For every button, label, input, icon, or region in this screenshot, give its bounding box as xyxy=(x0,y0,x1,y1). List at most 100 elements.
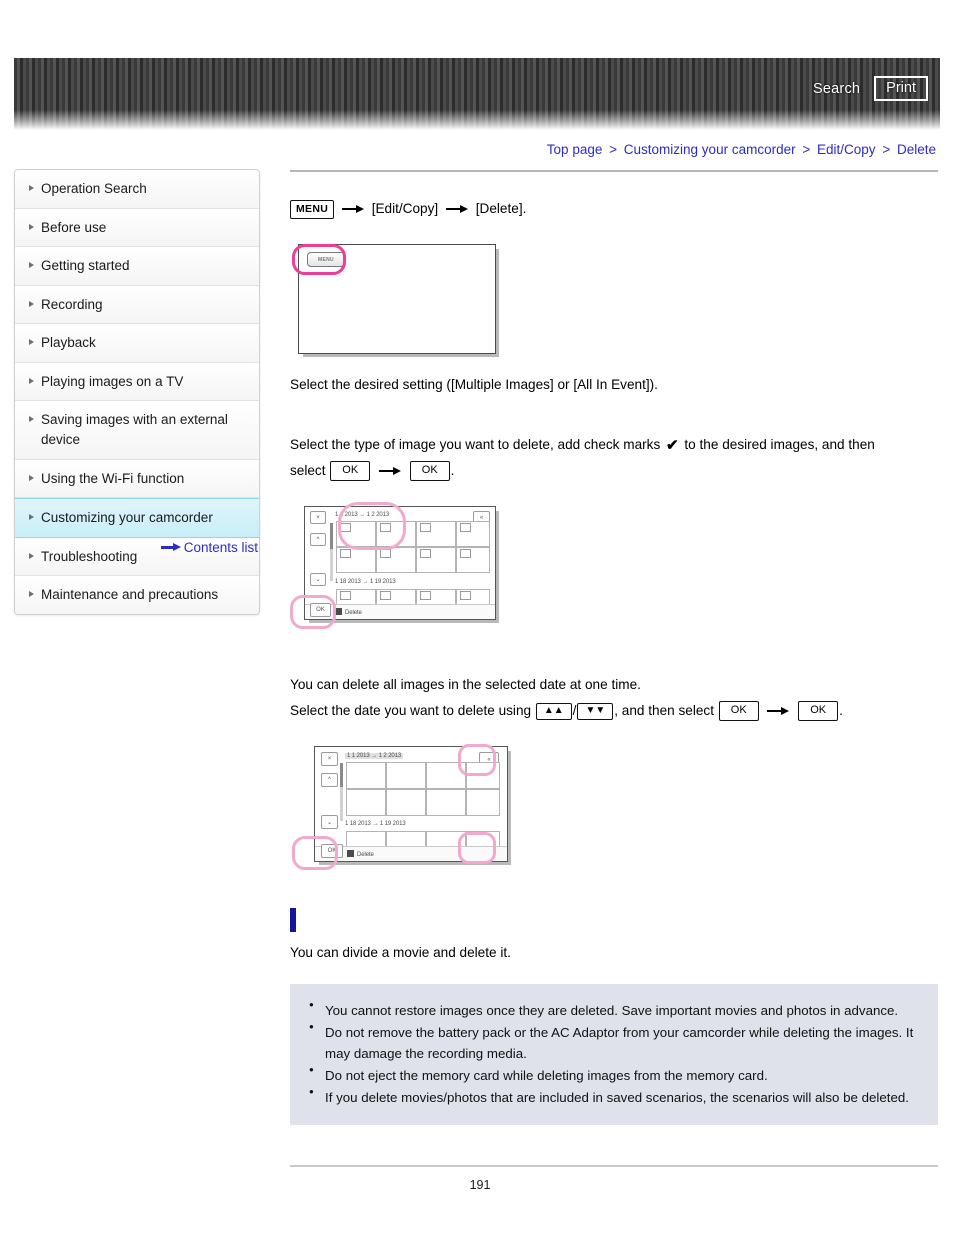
divide-movie-text: You can divide a movie and delete it. xyxy=(290,945,511,961)
lcd-scroll-down-button[interactable]: ⌄ xyxy=(321,815,338,830)
lcd-checkbox[interactable] xyxy=(340,591,351,601)
breadcrumb-separator: > xyxy=(882,142,891,157)
sidebar-item-maintenance-and-precautions[interactable]: Maintenance and precautions xyxy=(15,576,259,614)
lcd-close-button[interactable]: × xyxy=(310,511,326,525)
note-item: If you delete movies/photos that are inc… xyxy=(308,1086,920,1108)
note-item: Do not remove the battery pack or the AC… xyxy=(308,1021,920,1064)
sidebar-item-saving-images-external-device[interactable]: Saving images with an external device xyxy=(15,401,259,460)
breadcrumb-item-delete[interactable]: Delete xyxy=(897,142,936,157)
step-3-text-c: select xyxy=(290,463,326,479)
sidebar-item-getting-started[interactable]: Getting started xyxy=(15,247,259,286)
lcd-checkbox[interactable] xyxy=(420,523,431,533)
chevron-right-icon xyxy=(29,339,34,346)
lcd-checkbox[interactable] xyxy=(460,591,471,601)
breadcrumb-separator: > xyxy=(609,142,618,157)
print-button[interactable]: Print xyxy=(874,76,928,101)
lcd-thumbnail[interactable] xyxy=(346,831,386,848)
breadcrumb-item-edit-copy[interactable]: Edit/Copy xyxy=(817,142,876,157)
sidebar-item-label: Customizing your camcorder xyxy=(41,510,213,526)
lcd-menu-button[interactable]: MENU xyxy=(307,252,345,268)
note-item: You cannot restore images once they are … xyxy=(308,999,920,1021)
lcd-thumbnail[interactable] xyxy=(386,762,426,790)
sidebar-item-label: Operation Search xyxy=(41,181,147,196)
lcd-thumbnail[interactable] xyxy=(466,789,500,817)
sidebar-item-label: Getting started xyxy=(41,258,130,274)
ok-button-glyph-4[interactable]: OK xyxy=(798,701,839,722)
lcd-scrollbar-thumb[interactable] xyxy=(330,523,333,550)
menu-button-glyph[interactable]: MENU xyxy=(290,199,335,220)
search-link[interactable]: Search xyxy=(813,81,860,97)
sidebar-item-using-the-wifi-function[interactable]: Using the Wi-Fi function xyxy=(15,459,259,499)
lcd-date-range-top: 1 1 2013 → 1 2 2013 xyxy=(335,512,390,519)
contents-list-link[interactable]: Contents list xyxy=(160,540,258,555)
ok-button-glyph-1[interactable]: OK xyxy=(330,461,371,482)
notes-list: You cannot restore images once they are … xyxy=(308,999,920,1108)
lcd-date-range-bottom[interactable]: 1 18 2013 → 1 19 2013 xyxy=(345,821,406,827)
lcd-checkbox[interactable] xyxy=(460,549,471,559)
lcd-thumbnail[interactable] xyxy=(426,831,466,848)
lcd-thumbnail[interactable] xyxy=(386,831,426,848)
step-4-text-b: , and then select xyxy=(614,703,714,719)
sidebar-item-recording[interactable]: Recording xyxy=(15,285,259,325)
step-3-text-b: to the desired images, and then xyxy=(684,437,875,453)
lcd-checkbox-checked[interactable] xyxy=(340,523,351,533)
footer-divider xyxy=(290,1165,938,1167)
lcd-delete-label: Delete xyxy=(345,610,362,617)
lcd-ok-button[interactable]: OK xyxy=(310,603,331,618)
sidebar-item-before-use[interactable]: Before use xyxy=(15,208,259,248)
lcd-illustration-1: MENU xyxy=(290,244,938,355)
breadcrumb: Top page > Customizing your camcorder > … xyxy=(547,142,936,157)
lcd-screen-date-grid: × ^ ⌄ « » 1 1 2013 → 1 2 2013 1 18 2013 … xyxy=(314,746,508,863)
step-2-instruction: Select the desired setting ([Multiple Im… xyxy=(290,377,658,393)
lcd-thumbnail[interactable] xyxy=(466,831,500,848)
step-4-period: . xyxy=(839,703,843,719)
step-4-separator: / xyxy=(572,703,577,719)
lcd-thumbnail[interactable] xyxy=(346,789,386,817)
sidebar-item-customizing-your-camcorder[interactable]: Customizing your camcorder xyxy=(15,498,259,538)
sidebar-item-playing-images-on-a-tv[interactable]: Playing images on a TV xyxy=(15,362,259,402)
lcd-scrollbar-thumb[interactable] xyxy=(340,763,343,788)
lcd-thumbnail[interactable] xyxy=(346,762,386,790)
breadcrumb-item-customizing[interactable]: Customizing your camcorder xyxy=(624,142,796,157)
lcd-checkbox[interactable] xyxy=(380,591,391,601)
ok-button-glyph-3[interactable]: OK xyxy=(718,701,759,722)
lcd-thumbnail[interactable] xyxy=(466,762,500,790)
lcd-scroll-up-button[interactable]: ^ xyxy=(321,773,338,788)
jump-down-button-glyph[interactable]: ▼▼ xyxy=(577,702,614,720)
breadcrumb-item-top-page[interactable]: Top page xyxy=(547,142,603,157)
site-header-banner: Search Print xyxy=(14,58,940,130)
arrow-right-icon xyxy=(341,204,364,214)
lcd-checkbox[interactable] xyxy=(380,523,391,533)
lcd-checkbox[interactable] xyxy=(340,549,351,559)
sidebar-item-operation-search[interactable]: Operation Search xyxy=(15,170,259,209)
sidebar-item-playback[interactable]: Playback xyxy=(15,324,259,363)
step-1-target-edit-copy: [Edit/Copy] xyxy=(371,201,439,216)
content-top-divider xyxy=(290,170,938,172)
chevron-right-icon xyxy=(29,185,34,191)
lcd-ok-button[interactable]: OK xyxy=(321,844,343,859)
chevron-right-icon xyxy=(29,262,34,269)
sidebar-item-label: Maintenance and precautions xyxy=(41,587,219,603)
trash-icon xyxy=(335,608,342,616)
jump-up-button-glyph[interactable]: ▲▲ xyxy=(535,702,572,720)
step-3-instruction-line2: select OK OK. xyxy=(290,460,938,482)
lcd-checkbox[interactable] xyxy=(460,523,471,533)
lcd-date-range-top[interactable]: 1 1 2013 → 1 2 2013 xyxy=(345,753,404,760)
lcd-scroll-up-button[interactable]: ^ xyxy=(310,533,326,547)
ok-button-glyph-2[interactable]: OK xyxy=(409,461,450,482)
lcd-close-button[interactable]: × xyxy=(321,752,338,767)
lcd-thumbnail[interactable] xyxy=(426,762,466,790)
lcd-thumbnail[interactable] xyxy=(386,789,426,817)
sidebar-item-label: Using the Wi-Fi function xyxy=(41,470,185,486)
chevron-right-icon xyxy=(29,300,34,307)
chevron-right-icon xyxy=(29,416,34,423)
lcd-checkbox[interactable] xyxy=(420,549,431,559)
sidebar-item-label: Before use xyxy=(41,219,107,235)
lcd-scroll-down-button[interactable]: ⌄ xyxy=(310,573,326,587)
lcd-checkbox[interactable] xyxy=(420,591,431,601)
lcd-thumbnail[interactable] xyxy=(426,789,466,817)
header-controls: Search Print xyxy=(813,76,928,101)
lcd-date-range-bottom: 1 18 2013 → 1 19 2013 xyxy=(335,579,396,586)
lcd-checkbox[interactable] xyxy=(380,549,391,559)
trash-icon xyxy=(347,850,354,858)
